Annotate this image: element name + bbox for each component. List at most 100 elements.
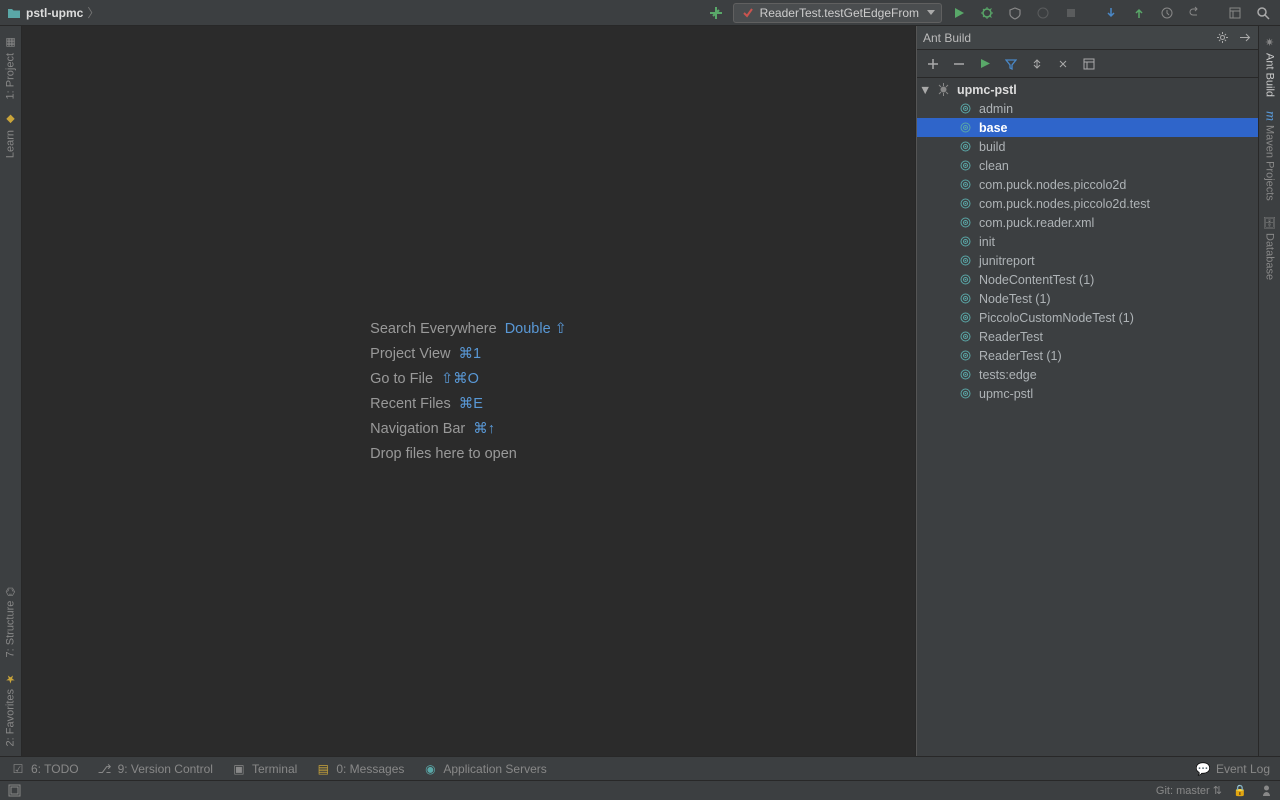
hide-icon[interactable] <box>1236 30 1252 46</box>
hint-project-label: Project View <box>370 346 450 362</box>
ant-target[interactable]: upmc-pstl <box>917 384 1258 403</box>
tab-messages-label: 0: Messages <box>336 762 404 776</box>
expand-all-icon[interactable] <box>1029 56 1045 72</box>
server-icon: ◉ <box>422 761 438 777</box>
gear-icon[interactable] <box>1214 30 1230 46</box>
ant-target[interactable]: com.puck.reader.xml <box>917 213 1258 232</box>
tab-ant-label: Ant Build <box>1264 53 1276 97</box>
hint-search-label: Search Everywhere <box>370 321 497 337</box>
target-icon <box>957 386 973 402</box>
ant-target-label: NodeContentTest (1) <box>979 273 1094 287</box>
target-icon <box>957 215 973 231</box>
tab-eventlog-label: Event Log <box>1216 762 1270 776</box>
search-icon[interactable] <box>1252 2 1274 24</box>
hint-drop-label: Drop files here to open <box>370 446 517 462</box>
filter-icon[interactable] <box>1003 56 1019 72</box>
target-icon <box>957 177 973 193</box>
breadcrumb[interactable]: pstl-upmc 〉 <box>6 4 99 21</box>
tab-ant[interactable]: ✷ Ant Build <box>1261 30 1278 103</box>
tab-maven[interactable]: m Maven Projects <box>1260 105 1280 207</box>
git-branch[interactable]: Git: master ⇅ <box>1156 784 1222 797</box>
target-icon <box>957 139 973 155</box>
hint-search-key: Double ⇧ <box>505 321 567 337</box>
ant-target[interactable]: init <box>917 232 1258 251</box>
properties-icon[interactable] <box>1081 56 1097 72</box>
profile-button[interactable] <box>1032 2 1054 24</box>
ant-target-label: tests:edge <box>979 368 1037 382</box>
coverage-button[interactable] <box>1004 2 1026 24</box>
tab-structure-label: 7: Structure <box>5 601 17 658</box>
tab-vcs-label: 9: Version Control <box>118 762 213 776</box>
bubble-icon: 💬 <box>1195 761 1211 777</box>
stop-button[interactable] <box>1060 2 1082 24</box>
tab-terminal-label: Terminal <box>252 762 297 776</box>
tab-database[interactable]: 🗄 Database <box>1261 209 1278 286</box>
tab-messages[interactable]: ▤ 0: Messages <box>315 761 404 777</box>
lock-icon[interactable]: 🔒 <box>1232 783 1248 799</box>
vcs-update-icon[interactable] <box>1100 2 1122 24</box>
learn-icon: ◆ <box>4 113 17 126</box>
ant-target[interactable]: NodeTest (1) <box>917 289 1258 308</box>
tab-eventlog[interactable]: 💬 Event Log <box>1195 761 1270 777</box>
ant-target-label: NodeTest (1) <box>979 292 1051 306</box>
tab-learn[interactable]: Learn ◆ <box>2 107 19 164</box>
ant-target-label: junitreport <box>979 254 1035 268</box>
debug-button[interactable] <box>976 2 998 24</box>
editor-empty-state[interactable]: Search EverywhereDouble ⇧ Project View⌘1… <box>22 26 916 756</box>
target-icon <box>957 120 973 136</box>
tab-favorites[interactable]: 2: Favorites ★ <box>2 666 19 752</box>
ant-target-label: com.puck.reader.xml <box>979 216 1094 230</box>
branch-icon: ⎇ <box>97 761 113 777</box>
hint-navbar-label: Navigation Bar <box>370 421 465 437</box>
hint-recent-key: ⌘E <box>459 396 483 412</box>
windows-icon[interactable] <box>6 783 22 799</box>
ant-target[interactable]: admin <box>917 99 1258 118</box>
vcs-revert-icon[interactable] <box>1184 2 1206 24</box>
left-tool-stripe: 1: Project ▦ Learn ◆ 7: Structure ⌬ 2: F… <box>0 26 22 756</box>
run-config-select[interactable]: ReaderTest.testGetEdgeFrom <box>733 3 942 23</box>
target-icon <box>957 291 973 307</box>
ant-target[interactable]: ReaderTest (1) <box>917 346 1258 365</box>
ant-target[interactable]: junitreport <box>917 251 1258 270</box>
build-icon[interactable] <box>705 2 727 24</box>
structure-popup-icon[interactable] <box>1224 2 1246 24</box>
ant-tab-icon: ✷ <box>1263 36 1276 49</box>
tab-todo[interactable]: ☑ 6: TODO <box>10 761 79 777</box>
tab-appservers[interactable]: ◉ Application Servers <box>422 761 546 777</box>
ant-target-label: init <box>979 235 995 249</box>
tab-structure[interactable]: 7: Structure ⌬ <box>2 581 19 663</box>
ant-target-label: ReaderTest (1) <box>979 349 1062 363</box>
vcs-commit-icon[interactable] <box>1128 2 1150 24</box>
ant-target[interactable]: tests:edge <box>917 365 1258 384</box>
ant-target-label: base <box>979 121 1008 135</box>
tab-favorites-label: 2: Favorites <box>5 689 17 746</box>
ant-target-label: com.puck.nodes.piccolo2d.test <box>979 197 1150 211</box>
target-icon <box>957 367 973 383</box>
run-button[interactable] <box>948 2 970 24</box>
hint-navbar-key: ⌘↑ <box>473 421 495 437</box>
ant-target[interactable]: NodeContentTest (1) <box>917 270 1258 289</box>
run-config-label: ReaderTest.testGetEdgeFrom <box>760 6 919 20</box>
tab-vcs[interactable]: ⎇ 9: Version Control <box>97 761 213 777</box>
hector-icon[interactable] <box>1258 783 1274 799</box>
tab-terminal[interactable]: ▣ Terminal <box>231 761 297 777</box>
ant-target[interactable]: base <box>917 118 1258 137</box>
ant-root-node[interactable]: ▼ upmc-pstl <box>917 80 1258 99</box>
ant-target[interactable]: ReaderTest <box>917 327 1258 346</box>
ant-target[interactable]: com.puck.nodes.piccolo2d.test <box>917 194 1258 213</box>
updown-icon: ⇅ <box>1213 785 1222 797</box>
add-icon[interactable] <box>925 56 941 72</box>
folder-icon <box>6 5 22 21</box>
tab-project[interactable]: 1: Project ▦ <box>2 30 19 105</box>
ant-target[interactable]: clean <box>917 156 1258 175</box>
run-target-icon[interactable] <box>977 56 993 72</box>
collapse-all-icon[interactable] <box>1055 56 1071 72</box>
ant-tree: ▼ upmc-pstl adminbasebuildcleancom.puck.… <box>917 78 1258 756</box>
tab-todo-label: 6: TODO <box>31 762 79 776</box>
ant-target[interactable]: com.puck.nodes.piccolo2d <box>917 175 1258 194</box>
remove-icon[interactable] <box>951 56 967 72</box>
chevron-down-icon <box>927 10 935 15</box>
ant-target[interactable]: build <box>917 137 1258 156</box>
vcs-history-icon[interactable] <box>1156 2 1178 24</box>
ant-target[interactable]: PiccoloCustomNodeTest (1) <box>917 308 1258 327</box>
